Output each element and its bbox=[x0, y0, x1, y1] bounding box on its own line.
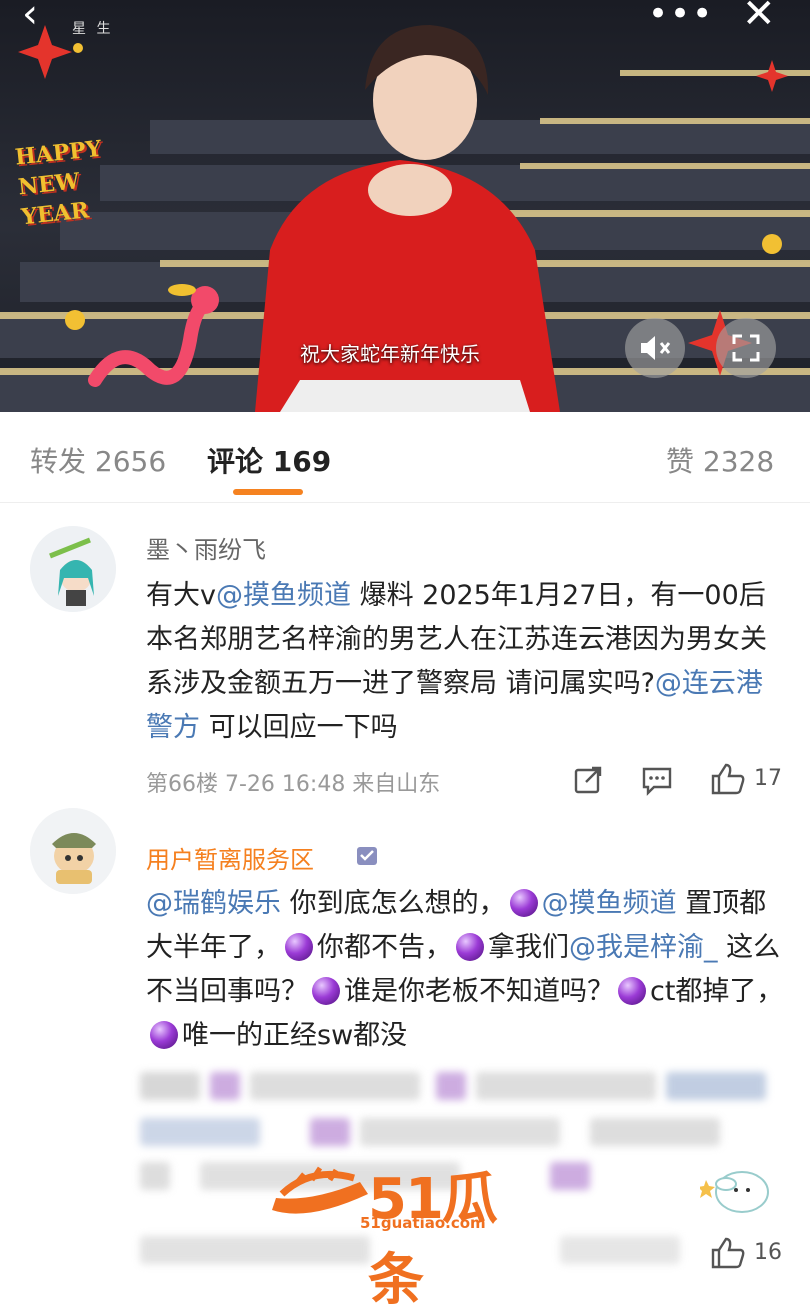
comment-text-segment: 你到底怎么想的， bbox=[281, 888, 506, 919]
like-count: 16 bbox=[754, 1240, 782, 1265]
site-watermark: 51瓜条 51guatiao.com bbox=[268, 1152, 548, 1313]
video-player[interactable]: ‹ 星 生 ••• ✕ HAPPY NEW YEAR 祝大家蛇年新年快乐 bbox=[0, 0, 810, 412]
mention-link[interactable]: @摸鱼频道 bbox=[542, 888, 677, 919]
watermelon-logo-icon bbox=[272, 1166, 368, 1214]
happy-new-year-sticker: HAPPY NEW YEAR bbox=[14, 134, 110, 233]
fullscreen-button[interactable] bbox=[716, 318, 776, 378]
back-icon[interactable]: ‹ bbox=[22, 0, 38, 34]
avatar-image bbox=[30, 808, 116, 894]
crystal-ball-emoji-icon bbox=[285, 933, 313, 961]
comment-text-segment: 拿我们 bbox=[488, 932, 569, 963]
tab-repost[interactable]: 转发 2656 bbox=[30, 440, 166, 480]
like-icon[interactable] bbox=[710, 1236, 746, 1270]
comment-meta: 第66楼 7-26 16:48 来自山东 bbox=[146, 772, 441, 797]
reply-icon[interactable] bbox=[640, 764, 674, 796]
tab-likes[interactable]: 赞 2328 bbox=[666, 440, 774, 480]
fullscreen-icon bbox=[732, 334, 760, 362]
watermark-url: 51guatiao.com bbox=[360, 1214, 486, 1232]
mention-link[interactable]: @摸鱼频道 bbox=[216, 580, 351, 611]
comment-text-segment: 可以回应一下吗 bbox=[200, 712, 398, 743]
comment-text: @瑞鹤娱乐 你到底怎么想的， @摸鱼频道 置顶都大半年了， 你都不告， 拿我们@我是梓… bbox=[146, 882, 786, 1058]
close-icon[interactable]: ✕ bbox=[742, 0, 776, 34]
crystal-ball-emoji-icon bbox=[150, 1021, 178, 1049]
member-badge-icon bbox=[357, 847, 377, 865]
comment-text-segment: 有大v bbox=[146, 580, 216, 611]
comment-text-segment: 你都不告， bbox=[317, 932, 452, 963]
avatar[interactable] bbox=[30, 808, 116, 894]
avatar-image bbox=[30, 526, 116, 612]
muted-speaker-icon bbox=[641, 336, 671, 360]
mute-button[interactable] bbox=[625, 318, 685, 378]
comment-text-segment: 唯一的正经sw都没 bbox=[182, 1020, 408, 1051]
channel-logo: 星 生 bbox=[72, 21, 114, 37]
comment-username[interactable]: 墨丶雨纷飞 bbox=[146, 530, 266, 565]
comment-text: 有大v@摸鱼频道 爆料 2025年1月27日，有一00后本名郑朋艺名梓渝的男艺人… bbox=[146, 574, 786, 750]
comment-text-segment: ct都掉了， bbox=[650, 976, 784, 1007]
avatar[interactable] bbox=[30, 526, 116, 612]
sticker-icon bbox=[700, 1171, 769, 1213]
comment-text-segment: 谁是你老板不知道吗？ bbox=[344, 976, 614, 1007]
mention-link[interactable]: @瑞鹤娱乐 bbox=[146, 888, 281, 919]
crystal-ball-emoji-icon bbox=[312, 977, 340, 1005]
more-icon[interactable]: ••• bbox=[648, 0, 714, 34]
comment-username[interactable]: 用户暂离服务区 bbox=[146, 840, 314, 875]
like-icon[interactable] bbox=[710, 762, 746, 796]
active-tab-indicator bbox=[233, 489, 303, 495]
tab-comments[interactable]: 评论 169 bbox=[207, 440, 331, 480]
crystal-ball-emoji-icon bbox=[618, 977, 646, 1005]
crystal-ball-emoji-icon bbox=[456, 933, 484, 961]
crystal-ball-emoji-icon bbox=[509, 889, 538, 917]
watermark-title: 51瓜条 bbox=[368, 1167, 498, 1313]
mention-link[interactable]: @我是梓渝_ bbox=[569, 932, 718, 963]
video-subtitle: 祝大家蛇年新年快乐 bbox=[300, 342, 480, 366]
detail-tabs: 转发 2656 评论 169 赞 2328 bbox=[0, 412, 810, 503]
share-icon[interactable] bbox=[572, 764, 604, 796]
like-count: 17 bbox=[754, 766, 782, 791]
